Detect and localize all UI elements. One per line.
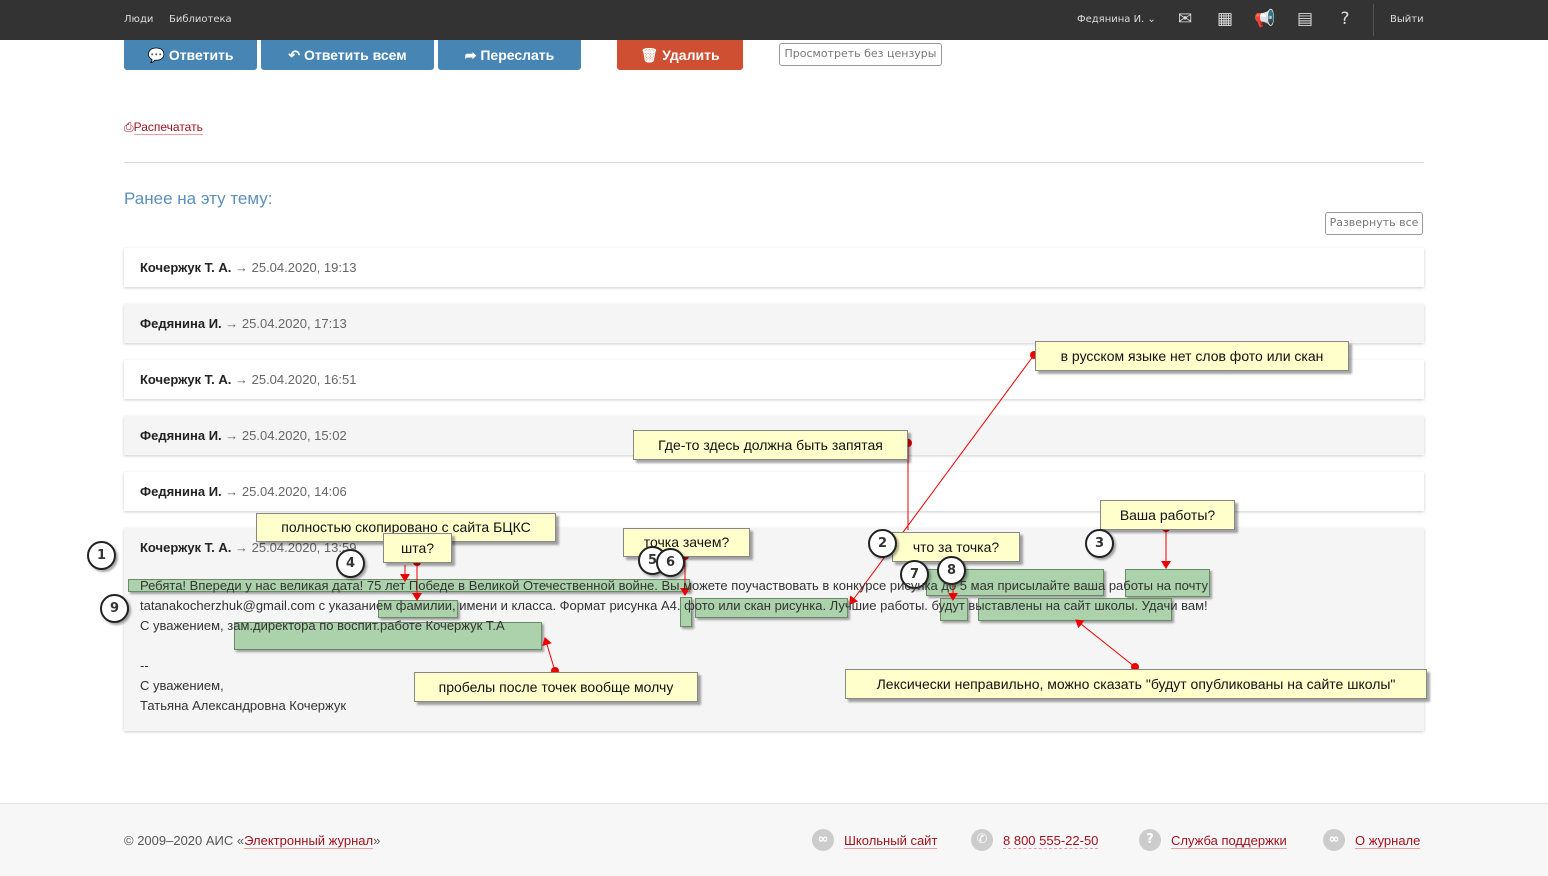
annotation-note: шта? xyxy=(383,533,452,563)
number-marker: 8 xyxy=(937,556,966,585)
number-marker: 7 xyxy=(900,560,929,589)
annotation-note: пробелы после точек вообще молчу xyxy=(414,672,698,702)
number-marker: 9 xyxy=(100,594,129,623)
annotation-note: Ваша работы? xyxy=(1100,500,1235,530)
number-marker: 2 xyxy=(868,529,897,558)
annotation-note: Лексически неправильно, можно сказать "б… xyxy=(845,669,1427,699)
number-marker: 3 xyxy=(1085,529,1114,558)
annotation-note: в русском языке нет слов фото или скан xyxy=(1035,341,1349,371)
annotation-note: Где-то здесь должна быть запятая xyxy=(633,430,908,460)
number-marker: 4 xyxy=(336,549,365,578)
number-marker: 6 xyxy=(656,548,685,577)
number-marker: 1 xyxy=(87,541,116,570)
